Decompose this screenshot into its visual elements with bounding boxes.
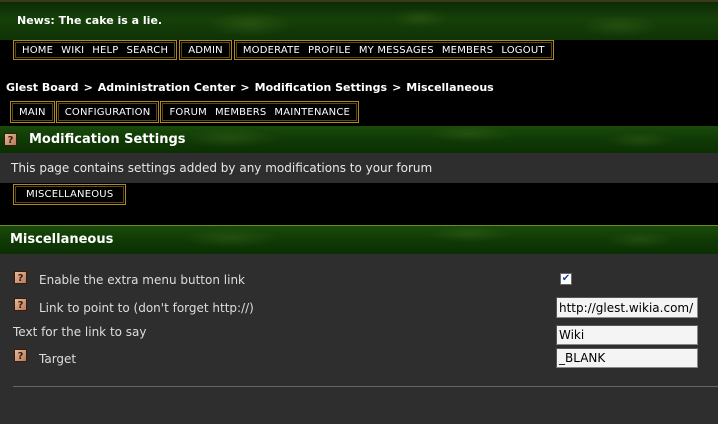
breadcrumb: Glest Board > Administration Center > Modifi… xyxy=(6,81,494,94)
link-url-input[interactable]: http://glest.wikia.com/ xyxy=(556,297,698,318)
admin-tab-maintenance[interactable]: MAINTENANCE xyxy=(270,107,354,118)
mod-settings-title: Modification Settings xyxy=(29,132,186,147)
misc-header: Miscellaneous xyxy=(0,226,718,254)
help-icon[interactable]: ? xyxy=(4,133,17,146)
breadcrumb-board[interactable]: Glest Board xyxy=(6,81,79,94)
admin-menu-other-group: FORUM MEMBERS MAINTENANCE xyxy=(160,101,360,123)
top-menu: HOME WIKI HELP SEARCH ADMIN MODERATE PRO… xyxy=(13,40,554,60)
menu-item-profile[interactable]: PROFILE xyxy=(304,45,355,56)
admin-menu-main-group: MAIN xyxy=(10,101,55,123)
news-text: News: The cake is a lie. xyxy=(17,14,162,27)
description-text: This page contains settings added by any… xyxy=(11,161,433,175)
breadcrumb-sep: > xyxy=(83,81,93,94)
menu-item-search[interactable]: SEARCH xyxy=(123,45,173,56)
top-menu-group-2: ADMIN xyxy=(179,40,232,60)
help-icon[interactable]: ? xyxy=(14,271,27,284)
subtab-group: MISCELLANEOUS xyxy=(13,184,127,205)
news-label: News: xyxy=(17,14,55,27)
breadcrumb-sep: > xyxy=(392,81,402,94)
breadcrumb-sep: > xyxy=(240,81,250,94)
menu-item-help[interactable]: HELP xyxy=(88,45,122,56)
misc-title: Miscellaneous xyxy=(10,232,114,247)
settings-divider xyxy=(13,386,718,387)
target-label: Target xyxy=(39,352,77,366)
admin-tab-main[interactable]: MAIN xyxy=(15,107,50,118)
menu-item-wiki[interactable]: WIKI xyxy=(57,45,88,56)
mod-subtabs: MISCELLANEOUS xyxy=(13,184,127,205)
news-bar: News: The cake is a lie. xyxy=(0,0,718,40)
help-icon[interactable]: ? xyxy=(14,349,27,362)
menu-item-admin[interactable]: ADMIN xyxy=(184,45,227,56)
admin-menu: MAIN CONFIGURATION FORUM MEMBERS MAINTEN… xyxy=(10,101,360,123)
link-text-label: Text for the link to say xyxy=(13,325,147,339)
admin-tab-members[interactable]: MEMBERS xyxy=(211,107,270,118)
breadcrumb-admin-center[interactable]: Administration Center xyxy=(98,81,236,94)
admin-tab-configuration[interactable]: CONFIGURATION xyxy=(61,107,155,118)
breadcrumb-misc[interactable]: Miscellaneous xyxy=(406,81,493,94)
extra-menu-label: Enable the extra menu button link xyxy=(39,273,245,287)
menu-item-moderate[interactable]: MODERATE xyxy=(239,45,304,56)
extra-menu-checkbox[interactable]: ✔ xyxy=(560,273,572,285)
admin-menu-config-group: CONFIGURATION xyxy=(55,101,160,123)
mod-settings-description: This page contains settings added by any… xyxy=(0,153,718,183)
top-menu-group-1: HOME WIKI HELP SEARCH xyxy=(13,40,178,60)
help-icon[interactable]: ? xyxy=(14,298,27,311)
menu-item-home[interactable]: HOME xyxy=(18,45,57,56)
top-menu-group-3: MODERATE PROFILE MY MESSAGES MEMBERS LOG… xyxy=(233,40,554,60)
admin-tab-forum[interactable]: FORUM xyxy=(165,107,211,118)
menu-item-my-messages[interactable]: MY MESSAGES xyxy=(355,45,438,56)
breadcrumb-mod-settings[interactable]: Modification Settings xyxy=(255,81,387,94)
link-url-label: Link to point to (don't forget http://) xyxy=(39,301,254,315)
mod-settings-header: ? Modification Settings xyxy=(0,126,718,153)
subtab-miscellaneous[interactable]: MISCELLANEOUS xyxy=(22,189,117,200)
news-message: The cake is a lie. xyxy=(58,14,163,27)
menu-item-members[interactable]: MEMBERS xyxy=(438,45,497,56)
menu-item-logout[interactable]: LOGOUT xyxy=(497,45,548,56)
target-input[interactable]: _BLANK xyxy=(556,348,698,368)
link-text-input[interactable]: Wiki xyxy=(556,325,698,345)
checkmark-icon: ✔ xyxy=(561,273,571,284)
